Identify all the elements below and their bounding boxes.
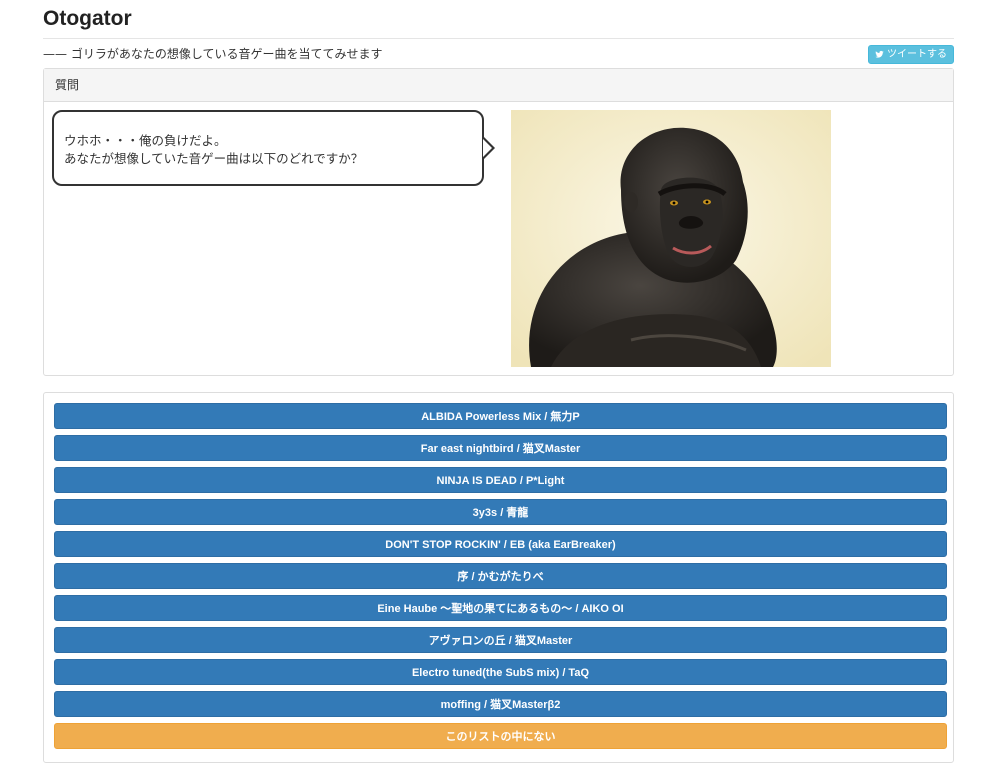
answer-button-4[interactable]: 3y3s / 青龍 bbox=[54, 499, 947, 525]
speech-bubble-tail-fill bbox=[483, 139, 492, 157]
twitter-icon bbox=[875, 50, 884, 58]
speech-bubble-line-2: あなたが想像していた音ゲー曲は以下のどれですか？ bbox=[64, 151, 364, 166]
speech-bubble-line-1: ウホホ・・・俺の負けだよ。 bbox=[64, 133, 227, 148]
tweet-button[interactable]: ツイートする bbox=[868, 45, 954, 64]
answer-button-5[interactable]: DON'T STOP ROCKIN' / EB (aka EarBreaker) bbox=[54, 531, 947, 557]
tweet-button-label: ツイートする bbox=[887, 49, 947, 60]
answer-button-10[interactable]: moffing / 猫叉Masterβ2 bbox=[54, 691, 947, 717]
question-panel: 質問 ウホホ・・・俺の負けだよ。 あなたが想像していた音ゲー曲は以下のどれですか… bbox=[43, 68, 954, 376]
question-panel-heading: 質問 bbox=[44, 69, 953, 102]
answer-button-9[interactable]: Electro tuned(the SubS mix) / TaQ bbox=[54, 659, 947, 685]
app-subtitle: —— ゴリラがあなたの想像している音ゲー曲を当ててみせます bbox=[43, 47, 383, 61]
answer-button-1[interactable]: ALBIDA Powerless Mix / 無力P bbox=[54, 403, 947, 429]
title-divider bbox=[43, 38, 954, 39]
answer-button-3[interactable]: NINJA IS DEAD / P*Light bbox=[54, 467, 947, 493]
answer-button-8[interactable]: アヴァロンの丘 / 猫叉Master bbox=[54, 627, 947, 653]
answer-button-6[interactable]: 序 / かむがたりべ bbox=[54, 563, 947, 589]
answer-button-2[interactable]: Far east nightbird / 猫叉Master bbox=[54, 435, 947, 461]
answer-panel: ALBIDA Powerless Mix / 無力P Far east night… bbox=[43, 392, 954, 763]
answer-button-7[interactable]: Eine Haube 〜聖地の果てにあるもの〜 / AIKO OI bbox=[54, 595, 947, 621]
none-of-these-button[interactable]: このリストの中にない bbox=[54, 723, 947, 749]
gorilla-image bbox=[511, 110, 831, 367]
speech-bubble: ウホホ・・・俺の負けだよ。 あなたが想像していた音ゲー曲は以下のどれですか？ bbox=[52, 110, 484, 186]
app-title: Otogator bbox=[43, 7, 132, 30]
